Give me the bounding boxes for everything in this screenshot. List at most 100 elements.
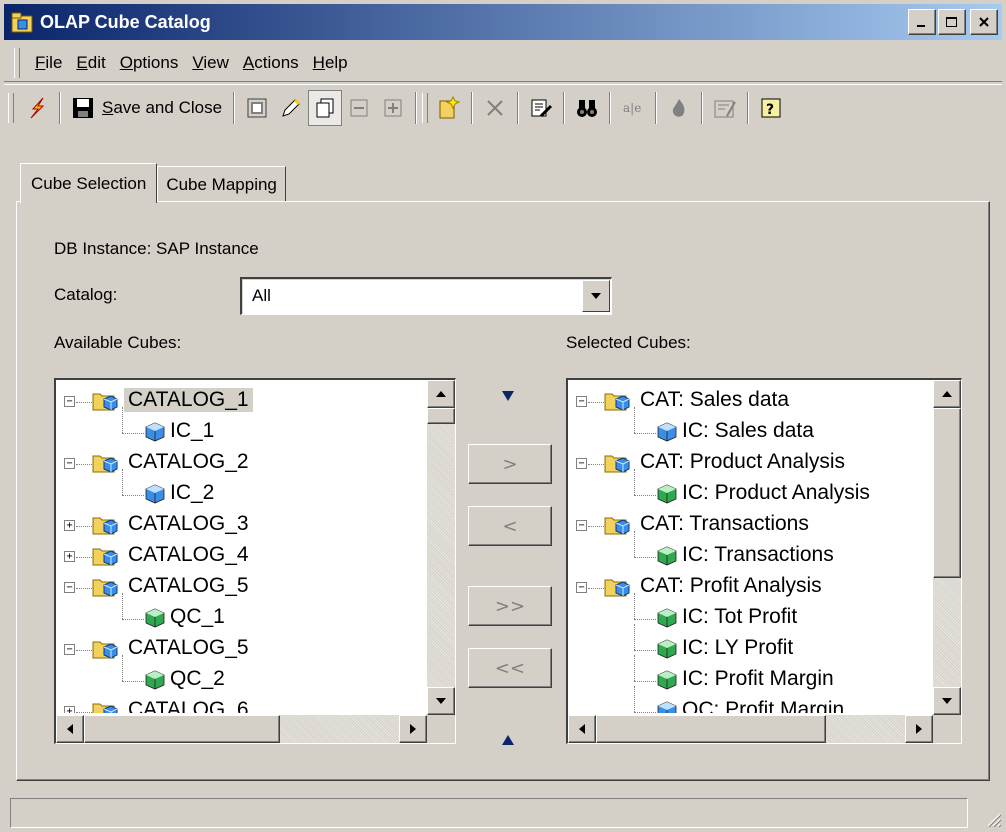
menu-help-accel: H — [312, 52, 325, 72]
menu-actions[interactable]: Actions — [236, 53, 306, 73]
selected-cubes-tree[interactable]: − CAT: Sales data IC: Sales data − CAT: Prod… — [566, 378, 962, 744]
edit-pencil-button[interactable] — [274, 90, 308, 126]
move-left-button[interactable]: < — [468, 506, 552, 546]
available-tree-node[interactable]: QC_1 — [56, 593, 425, 634]
collapse-node-icon[interactable]: − — [64, 396, 75, 407]
selected-vertical-thumb[interactable] — [933, 408, 961, 578]
catalog-dropdown-button[interactable] — [582, 280, 610, 312]
available-horizontal-thumb[interactable] — [84, 715, 280, 743]
expand-node-icon[interactable]: + — [64, 706, 75, 713]
new-item-button[interactable] — [432, 90, 466, 126]
toolbar-grip[interactable] — [8, 92, 14, 123]
find-button[interactable] — [570, 90, 604, 126]
selected-tree-node[interactable]: IC: Product Analysis — [568, 469, 931, 510]
selected-tree-node[interactable]: IC: Profit Margin — [568, 655, 931, 696]
menu-actions-accel: A — [242, 52, 255, 72]
expand-node-icon[interactable]: + — [64, 520, 75, 531]
tree-node-label: CATALOG_5 — [128, 574, 249, 597]
selected-tree-node[interactable]: − CAT: Transactions — [568, 510, 931, 541]
menu-help[interactable]: Help — [306, 53, 355, 73]
copy-button[interactable] — [308, 89, 343, 126]
toolbar-separator — [563, 91, 566, 124]
selected-tree-node[interactable]: IC: Transactions — [568, 531, 931, 572]
title-bar[interactable]: OLAP Cube Catalog — [4, 4, 1002, 40]
toolbar-grip[interactable] — [422, 92, 429, 123]
selected-tree-node[interactable]: IC: LY Profit — [568, 624, 931, 665]
move-all-left-button[interactable]: << — [468, 648, 552, 688]
available-scroll-up-button[interactable] — [427, 380, 455, 408]
collapse-node-icon[interactable]: − — [64, 582, 75, 593]
collapse-node-icon[interactable]: − — [576, 458, 587, 469]
maximize-button[interactable] — [938, 9, 966, 35]
properties-sheet-button[interactable] — [240, 90, 274, 126]
available-scroll-down-button[interactable] — [427, 687, 455, 715]
resize-grip-icon[interactable] — [982, 808, 1002, 828]
available-tree-node[interactable]: IC_1 — [56, 407, 425, 448]
available-tree-node[interactable]: IC_2 — [56, 469, 425, 510]
tab-cube-mapping[interactable]: Cube Mapping — [157, 166, 286, 202]
selected-scroll-up-button[interactable] — [933, 380, 961, 408]
tab-cube-selection[interactable]: Cube Selection — [20, 163, 158, 203]
edit-properties-button[interactable] — [524, 90, 558, 126]
selected-scroll-down-button[interactable] — [933, 687, 961, 715]
collapse-node-icon[interactable]: − — [576, 582, 587, 593]
available-horizontal-scrollbar[interactable] — [56, 715, 427, 743]
available-tree-node[interactable]: + CATALOG_4 — [56, 541, 425, 572]
selected-scroll-left-button[interactable] — [568, 715, 596, 743]
available-scroll-left-button[interactable] — [56, 715, 84, 743]
available-scroll-right-button[interactable] — [399, 715, 427, 743]
close-button[interactable] — [970, 9, 998, 35]
available-cubes-tree[interactable]: − CATALOG_1 IC_1 − CATALOG_2 IC_2 + CATALOG_3 + C… — [54, 378, 456, 744]
available-tree-node[interactable]: − CATALOG_1 — [56, 386, 425, 417]
move-all-right-button[interactable]: >> — [468, 586, 552, 626]
selected-tree-node[interactable]: IC: Sales data — [568, 407, 931, 448]
available-tree-node[interactable]: − CATALOG_2 — [56, 448, 425, 479]
new-item-icon — [439, 95, 461, 118]
collapse-node-icon[interactable]: − — [64, 644, 75, 655]
tree-connector — [122, 433, 144, 434]
collapse-node-icon[interactable]: − — [576, 520, 587, 531]
menu-view[interactable]: View — [185, 53, 236, 73]
catalog-folder-icon — [92, 638, 118, 666]
selected-tree-node[interactable]: − CAT: Product Analysis — [568, 448, 931, 479]
selected-tree-node[interactable]: − CAT: Sales data — [568, 386, 931, 417]
arrow-up-icon — [942, 391, 952, 397]
menu-edit[interactable]: Edit — [69, 53, 112, 73]
collapse-node-icon[interactable]: − — [576, 396, 587, 407]
tree-connector — [122, 655, 123, 681]
maximize-icon — [946, 17, 957, 27]
help-icon: ? — [761, 98, 781, 118]
selected-tree-node[interactable]: IC: Tot Profit — [568, 593, 931, 634]
expand-node-icon[interactable]: + — [64, 551, 75, 562]
selected-tree-node[interactable]: − CAT: Profit Analysis — [568, 572, 931, 603]
tree-connector — [634, 712, 656, 713]
collapse-node-icon[interactable]: − — [64, 458, 75, 469]
menu-options[interactable]: Options — [113, 53, 186, 73]
lightning-button[interactable] — [20, 90, 54, 126]
help-button[interactable]: ? — [754, 90, 788, 126]
available-vertical-thumb[interactable] — [427, 408, 455, 424]
available-vertical-scrollbar[interactable] — [427, 380, 455, 715]
selected-vertical-scrollbar[interactable] — [933, 380, 961, 715]
menu-actions-label: ctions — [254, 52, 299, 72]
catalog-dropdown[interactable]: All — [240, 277, 612, 315]
move-right-button[interactable]: > — [468, 444, 552, 484]
available-tree-node[interactable]: − CATALOG_5 — [56, 634, 425, 665]
available-tree-node[interactable]: + CATALOG_6 — [56, 696, 425, 713]
selected-horizontal-scrollbar[interactable] — [568, 715, 933, 743]
selected-horizontal-thumb[interactable] — [596, 715, 826, 743]
catalog-folder-icon — [92, 390, 118, 418]
minimize-button[interactable] — [908, 9, 936, 35]
available-tree-node[interactable]: − CATALOG_5 — [56, 572, 425, 603]
expand-button — [376, 90, 410, 126]
svg-text:?: ? — [766, 102, 774, 118]
save-and-close-button[interactable]: Save and Close — [66, 90, 228, 126]
selected-tree-node[interactable]: QC: Profit Margin — [568, 686, 931, 713]
available-tree-node[interactable]: + CATALOG_3 — [56, 510, 425, 541]
selected-scroll-right-button[interactable] — [905, 715, 933, 743]
menu-file[interactable]: File — [28, 53, 69, 73]
available-tree-node[interactable]: QC_2 — [56, 655, 425, 696]
menu-grip[interactable] — [14, 47, 20, 78]
tree-node-label: IC: Product Analysis — [682, 481, 870, 504]
toolbar-separator — [471, 91, 474, 124]
